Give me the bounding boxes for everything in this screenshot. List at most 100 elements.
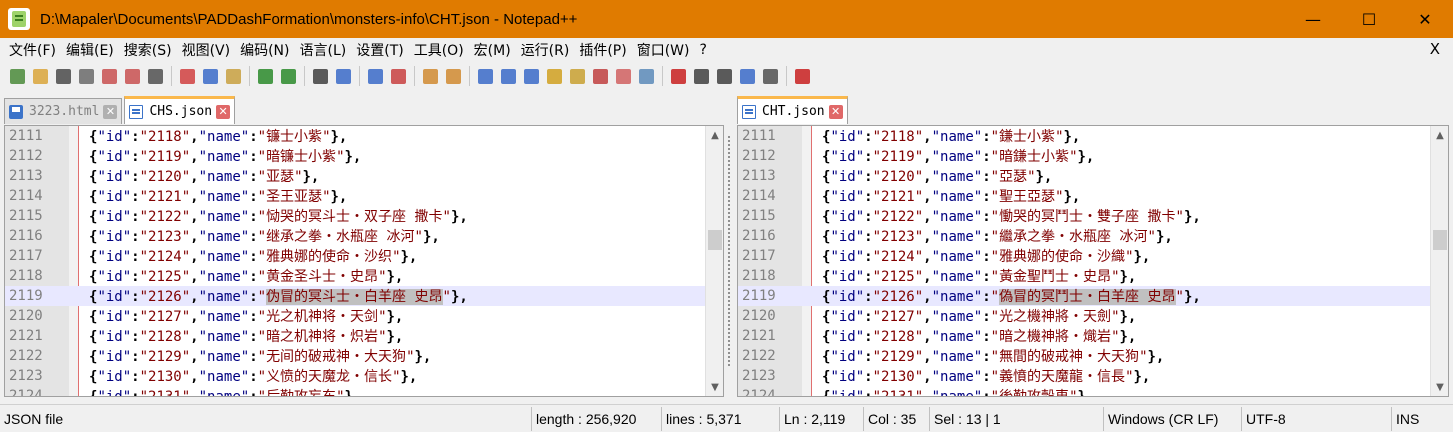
save-macro-icon[interactable]	[759, 65, 781, 87]
code-line[interactable]: 2113 {"id":"2120","name":"亞瑟"},	[738, 166, 1430, 186]
status-eol[interactable]: Windows (CR LF)	[1104, 406, 1242, 431]
right-vertical-scrollbar[interactable]: ▲ ▼	[1430, 126, 1448, 396]
menu-macro[interactable]: 宏(M)	[469, 40, 516, 60]
close-window-button[interactable]: ✕	[1397, 0, 1453, 38]
show-all-chars-icon[interactable]	[497, 65, 519, 87]
save-icon[interactable]	[52, 65, 74, 87]
scroll-up-icon[interactable]: ▲	[706, 126, 723, 144]
code-line[interactable]: 2118 {"id":"2125","name":"黄金圣斗士・史昂"},	[5, 266, 705, 286]
scroll-up-icon[interactable]: ▲	[1431, 126, 1448, 144]
zoom-in-icon[interactable]	[364, 65, 386, 87]
menu-file[interactable]: 文件(F)	[4, 40, 61, 60]
code-line[interactable]: 2123 {"id":"2130","name":"义愤的天魔龙・信长"},	[5, 366, 705, 386]
undo-icon[interactable]	[254, 65, 276, 87]
print-icon[interactable]	[144, 65, 166, 87]
record-macro-icon[interactable]	[667, 65, 689, 87]
stop-record-icon[interactable]	[690, 65, 712, 87]
indent-guide-icon[interactable]	[520, 65, 542, 87]
code-line[interactable]: 2111 {"id":"2118","name":"鎌士小紫"},	[738, 126, 1430, 146]
menu-help[interactable]: ?	[695, 42, 712, 58]
monitoring-icon[interactable]	[635, 65, 657, 87]
code-line[interactable]: 2115 {"id":"2122","name":"恸哭的冥斗士・双子座 撒卡"}…	[5, 206, 705, 226]
menu-view[interactable]: 视图(V)	[177, 40, 236, 60]
code-line[interactable]: 2118 {"id":"2125","name":"黃金聖鬥士・史昂"},	[738, 266, 1430, 286]
menu-window[interactable]: 窗口(W)	[632, 40, 695, 60]
sync-horizontal-icon[interactable]	[442, 65, 464, 87]
menu-plugins[interactable]: 插件(P)	[574, 40, 631, 60]
code-line[interactable]: 2116 {"id":"2123","name":"繼承之拳・水瓶座 冰河"},	[738, 226, 1430, 246]
code-line[interactable]: 2121 {"id":"2128","name":"暗之機神將・熾岩"},	[738, 326, 1430, 346]
close-tab-icon[interactable]: ✕	[828, 104, 843, 119]
pane-splitter[interactable]	[725, 96, 735, 396]
code-line[interactable]: 2120 {"id":"2127","name":"光之机神将・天剑"},	[5, 306, 705, 326]
sync-vertical-icon[interactable]	[419, 65, 441, 87]
maximize-button[interactable]: ☐	[1341, 0, 1397, 38]
play-macro-icon[interactable]	[713, 65, 735, 87]
left-editor[interactable]: 2111 {"id":"2118","name":"镰士小紫"}, 2112 {"id…	[4, 125, 724, 397]
menu-search[interactable]: 搜索(S)	[119, 40, 177, 60]
new-file-icon[interactable]	[6, 65, 28, 87]
redo-icon[interactable]	[277, 65, 299, 87]
tab-3223-html[interactable]: 3223.html ✕	[4, 98, 123, 124]
zoom-out-icon[interactable]	[387, 65, 409, 87]
menu-settings[interactable]: 设置(T)	[351, 40, 408, 60]
code-line[interactable]: 2117 {"id":"2124","name":"雅典娜的使命・沙织"},	[5, 246, 705, 266]
menu-language[interactable]: 语言(L)	[295, 40, 352, 60]
menu-tools[interactable]: 工具(O)	[409, 40, 469, 60]
tab-chs-json[interactable]: CHS.json ✕	[124, 96, 236, 124]
code-line[interactable]: 2111 {"id":"2118","name":"镰士小紫"},	[5, 126, 705, 146]
left-vertical-scrollbar[interactable]: ▲ ▼	[705, 126, 723, 396]
find-icon[interactable]	[309, 65, 331, 87]
code-line[interactable]: 2114 {"id":"2121","name":"聖王亞瑟"},	[738, 186, 1430, 206]
close-tab-icon[interactable]: ✕	[216, 104, 231, 119]
code-line[interactable]: 2115 {"id":"2122","name":"慟哭的冥鬥士・雙子座 撒卡"}…	[738, 206, 1430, 226]
code-line[interactable]: 2124 {"id":"2131","name":"後勤攻穀車"},	[738, 386, 1430, 396]
menu-edit[interactable]: 编辑(E)	[61, 40, 119, 60]
cut-icon[interactable]	[176, 65, 198, 87]
code-line[interactable]: 2119 {"id":"2126","name":"伪冒的冥斗士・白羊座 史昂"}…	[5, 286, 705, 306]
word-wrap-icon[interactable]	[474, 65, 496, 87]
right-editor[interactable]: 2111 {"id":"2118","name":"鎌士小紫"}, 2112 {"id…	[737, 125, 1449, 397]
status-encoding[interactable]: UTF-8	[1242, 406, 1392, 431]
doc-map-icon[interactable]	[566, 65, 588, 87]
close-icon[interactable]	[98, 65, 120, 87]
code-line[interactable]: 2119 {"id":"2126","name":"偽冒的冥鬥士・白羊座 史昂"}…	[738, 286, 1430, 306]
code-line[interactable]: 2120 {"id":"2127","name":"光之機神將・天劍"},	[738, 306, 1430, 326]
code-line[interactable]: 2122 {"id":"2129","name":"无间的破戒神・大天狗"},	[5, 346, 705, 366]
line-number: 2113	[742, 168, 776, 184]
code-line[interactable]: 2116 {"id":"2123","name":"继承之拳・水瓶座 冰河"},	[5, 226, 705, 246]
file-icon	[742, 104, 756, 119]
copy-icon[interactable]	[199, 65, 221, 87]
run-macro-multiple-icon[interactable]	[736, 65, 758, 87]
close-all-icon[interactable]	[121, 65, 143, 87]
minimize-button[interactable]: —	[1285, 0, 1341, 38]
code-line[interactable]: 2113 {"id":"2120","name":"亚瑟"},	[5, 166, 705, 186]
scroll-down-icon[interactable]: ▼	[1431, 378, 1448, 396]
tab-cht-json[interactable]: CHT.json ✕	[737, 96, 848, 124]
menu-encoding[interactable]: 编码(N)	[235, 40, 294, 60]
folder-workspace-icon[interactable]	[612, 65, 634, 87]
replace-icon[interactable]	[332, 65, 354, 87]
code-line[interactable]: 2112 {"id":"2119","name":"暗鎌士小紫"},	[738, 146, 1430, 166]
code-line[interactable]: 2121 {"id":"2128","name":"暗之机神将・炽岩"},	[5, 326, 705, 346]
code-line[interactable]: 2122 {"id":"2129","name":"無間的破戒神・大天狗"},	[738, 346, 1430, 366]
menu-run[interactable]: 运行(R)	[516, 40, 575, 60]
code-line[interactable]: 2117 {"id":"2124","name":"雅典娜的使命・沙織"},	[738, 246, 1430, 266]
code-line[interactable]: 2114 {"id":"2121","name":"圣王亚瑟"},	[5, 186, 705, 206]
spell-check-icon[interactable]	[791, 65, 813, 87]
code-line[interactable]: 2112 {"id":"2119","name":"暗镰士小紫"},	[5, 146, 705, 166]
close-tab-icon[interactable]: ✕	[103, 104, 118, 119]
udl-icon[interactable]	[543, 65, 565, 87]
code-line[interactable]: 2123 {"id":"2130","name":"義憤的天魔龍・信長"},	[738, 366, 1430, 386]
save-all-icon[interactable]	[75, 65, 97, 87]
notepadpp-app-icon[interactable]	[8, 8, 30, 30]
scroll-thumb[interactable]	[1433, 230, 1447, 250]
scroll-thumb[interactable]	[708, 230, 722, 250]
scroll-down-icon[interactable]: ▼	[706, 378, 723, 396]
close-document-button[interactable]: X	[1425, 40, 1445, 58]
open-file-icon[interactable]	[29, 65, 51, 87]
function-list-icon[interactable]	[589, 65, 611, 87]
line-number: 2122	[742, 348, 776, 364]
code-line[interactable]: 2124 {"id":"2131","name":"后勤攻妄东"},	[5, 386, 705, 396]
paste-icon[interactable]	[222, 65, 244, 87]
